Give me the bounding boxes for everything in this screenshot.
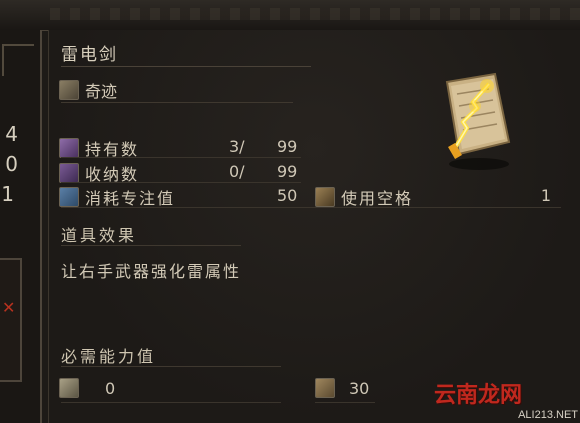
faith-value: 30 (349, 379, 370, 398)
fp-cost-value: 50 (277, 186, 298, 205)
close-icon[interactable]: ✕ (2, 298, 15, 317)
item-name: 雷电剑 (61, 45, 118, 65)
intelligence-value: 0 (105, 379, 116, 398)
divider (61, 402, 281, 403)
side-panel: 4 0 31 ✕ (0, 30, 42, 423)
miracle-scroll-icon (59, 80, 79, 100)
held-current: 3/ (229, 137, 245, 156)
stored-current: 0/ (229, 162, 245, 181)
divider (61, 245, 241, 246)
requirements-header: 必需能力值 (61, 347, 157, 366)
side-stat: 4 (5, 122, 18, 146)
divider (61, 102, 293, 103)
watermark-url: ALI213.NET (518, 409, 578, 421)
held-icon (59, 138, 79, 158)
held-max: 99 (277, 137, 298, 156)
divider (61, 157, 301, 158)
divider (61, 66, 311, 67)
attunement-slot-icon (315, 187, 335, 207)
frame-ornament (50, 8, 580, 20)
side-stat: 0 (5, 152, 18, 176)
fp-cost-row: 消耗专注值 (59, 185, 175, 209)
storage-icon (59, 163, 79, 183)
stored-max: 99 (277, 162, 298, 181)
divider (61, 207, 561, 208)
divider (315, 402, 375, 403)
divider (61, 182, 301, 183)
intelligence-book-icon (59, 378, 79, 398)
top-frame (0, 0, 580, 31)
corner-ornament (2, 44, 34, 76)
slots-row: 使用空格 (315, 185, 413, 209)
intelligence-requirement (59, 378, 79, 398)
fp-icon (59, 187, 79, 207)
slots-label: 使用空格 (341, 189, 414, 208)
watermark-logo: 云南龙网 (433, 383, 522, 408)
item-detail-panel: 雷电剑 奇迹 持有数 3/ 99 收纳数 0/ 99 消耗专注值 50 使用空格… (48, 30, 580, 423)
slots-value: 1 (540, 186, 551, 205)
faith-icon (315, 378, 335, 398)
lightning-blade-scroll-icon (445, 72, 511, 170)
side-box (0, 258, 22, 382)
divider (61, 366, 281, 367)
item-category: 奇迹 (85, 82, 118, 101)
effect-description: 让右手武器强化雷属性 (61, 262, 242, 281)
side-stat: 31 (0, 182, 14, 206)
item-category-row: 奇迹 (59, 78, 117, 102)
fp-cost-label: 消耗专注值 (85, 189, 176, 208)
effects-header: 道具效果 (61, 226, 138, 245)
faith-requirement (315, 378, 335, 398)
